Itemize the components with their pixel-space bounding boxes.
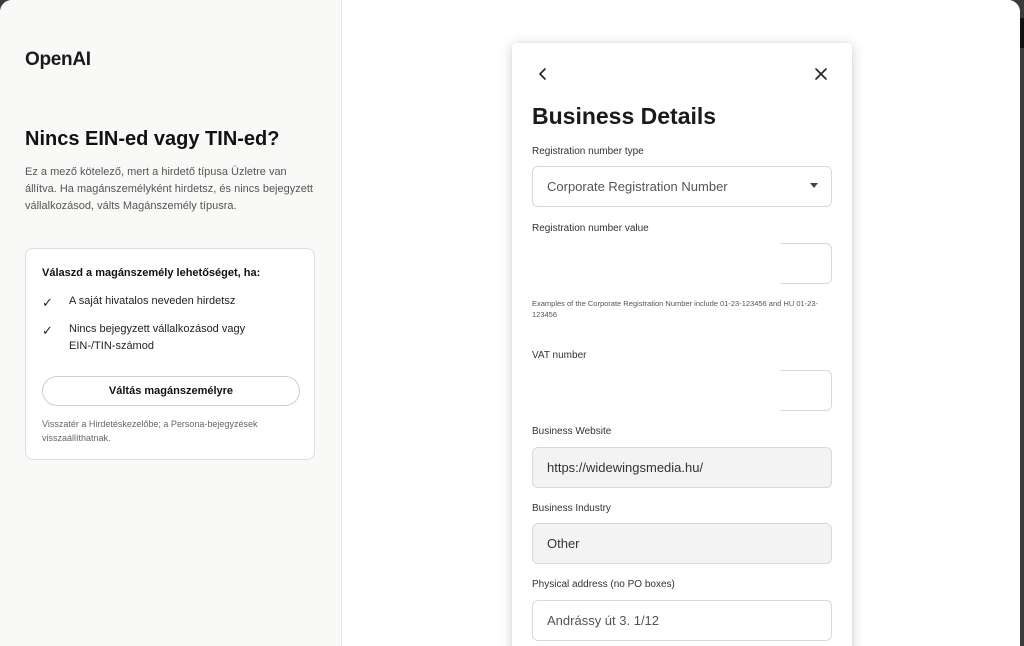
vat-number-input[interactable] [780, 370, 832, 411]
app-window: OpenAI Nincs EIN-ed vagy TIN-ed? Ez a me… [0, 0, 1020, 646]
business-website-label: Business Website [532, 426, 612, 437]
panel-headline: Nincs EIN-ed vagy TIN-ed? [25, 128, 280, 150]
modal-title: Business Details [532, 103, 717, 129]
registration-value-label: Registration number value [532, 223, 649, 234]
checklist-item-text: Nincs bejegyzett vállalkozásod vagy EIN-… [69, 323, 246, 352]
physical-address-input[interactable]: Andrássy út 3. 1/12 [532, 600, 832, 641]
business-industry-input[interactable]: Other [532, 523, 832, 564]
business-website-value: https://widewingsmedia.hu/ [547, 460, 704, 475]
registration-value-input[interactable] [780, 243, 832, 284]
chevron-left-icon [539, 68, 546, 80]
business-industry-value: Other [547, 536, 580, 551]
info-side-panel: OpenAI Nincs EIN-ed vagy TIN-ed? Ez a me… [0, 0, 342, 646]
switch-to-individual-button[interactable]: Váltás magánszemélyre [42, 376, 300, 406]
registration-type-value: Corporate Registration Number [547, 179, 728, 194]
business-industry-label: Business Industry [532, 503, 611, 514]
registration-type-label: Registration number type [532, 146, 644, 157]
physical-address-value: Andrássy út 3. 1/12 [547, 613, 660, 628]
caret-down-icon [810, 183, 818, 188]
back-button[interactable] [532, 63, 554, 85]
card-title: Válaszd a magánszemély lehetőséget, ha: [42, 267, 261, 279]
openai-logo: OpenAI [25, 49, 91, 70]
window-edge [1020, 18, 1024, 48]
physical-address-label: Physical address (no PO boxes) [532, 579, 675, 590]
panel-description: Ez a mező kötelező, mert a hirdető típus… [25, 166, 313, 212]
registration-helper-text: Examples of the Corporate Registration N… [532, 299, 818, 319]
checkmark-icon: ✓ [42, 323, 53, 338]
main-area: Business Details Registration number typ… [342, 0, 1020, 646]
checklist-item-text: A saját hivatalos neveden hirdetsz [69, 295, 236, 307]
registration-type-select[interactable]: Corporate Registration Number [532, 166, 832, 207]
close-icon [815, 68, 827, 80]
individual-option-card: Válaszd a magánszemély lehetőséget, ha: … [25, 248, 315, 460]
business-website-input[interactable]: https://widewingsmedia.hu/ [532, 447, 832, 488]
checkmark-icon: ✓ [42, 295, 53, 310]
card-note: Visszatér a Hirdetéskezelőbe; a Persona-… [42, 419, 258, 443]
vat-number-label: VAT number [532, 350, 587, 361]
close-button[interactable] [810, 63, 832, 85]
business-details-modal: Business Details Registration number typ… [512, 43, 852, 646]
